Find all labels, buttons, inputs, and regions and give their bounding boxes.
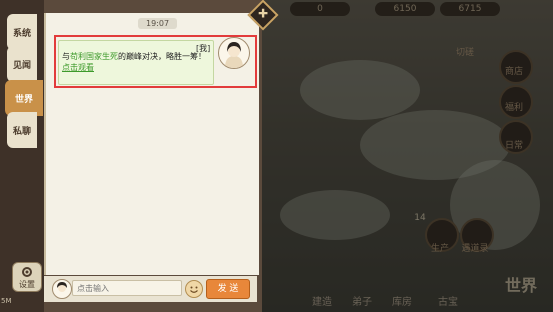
smiley-icon: [190, 286, 198, 293]
message-suffix: 的巅峰对决，略胜一筹！: [118, 52, 206, 61]
message-time: 19:07: [138, 18, 178, 29]
tab-system[interactable]: 系统: [7, 14, 37, 50]
user-portrait-icon: [57, 282, 67, 292]
player-name[interactable]: 苟利国家生死: [70, 52, 118, 61]
character-portrait-icon: [225, 42, 243, 68]
tab-private[interactable]: 私聊: [7, 112, 37, 148]
settings-label: 设置: [19, 279, 35, 289]
chat-input[interactable]: [72, 280, 182, 296]
message-prefix: 与: [62, 52, 70, 61]
gear-icon: [22, 266, 32, 277]
settings-button[interactable]: 设置: [12, 262, 42, 292]
emoji-button[interactable]: [185, 280, 203, 298]
chat-panel: 系统 见闻 世界 私聊 设置 5M 19:07 [我] 与苟利国家生死的巅峰对决…: [0, 0, 262, 312]
send-button[interactable]: 发 送: [206, 279, 250, 299]
corner-text: 5M: [1, 297, 12, 305]
message-text: 与苟利国家生死的巅峰对决，略胜一筹！: [62, 51, 206, 62]
watch-replay-link[interactable]: 点击观看: [62, 62, 94, 73]
chat-messages[interactable]: 19:07 [我] 与苟利国家生死的巅峰对决，略胜一筹！ 点击观看: [44, 13, 259, 275]
close-icon: ✚: [257, 6, 269, 21]
tab-news[interactable]: 见闻: [7, 46, 37, 82]
tab-world[interactable]: 世界: [5, 80, 43, 116]
input-bar: 发 送: [44, 276, 257, 302]
avatar[interactable]: [218, 37, 250, 69]
input-avatar: [52, 279, 72, 299]
